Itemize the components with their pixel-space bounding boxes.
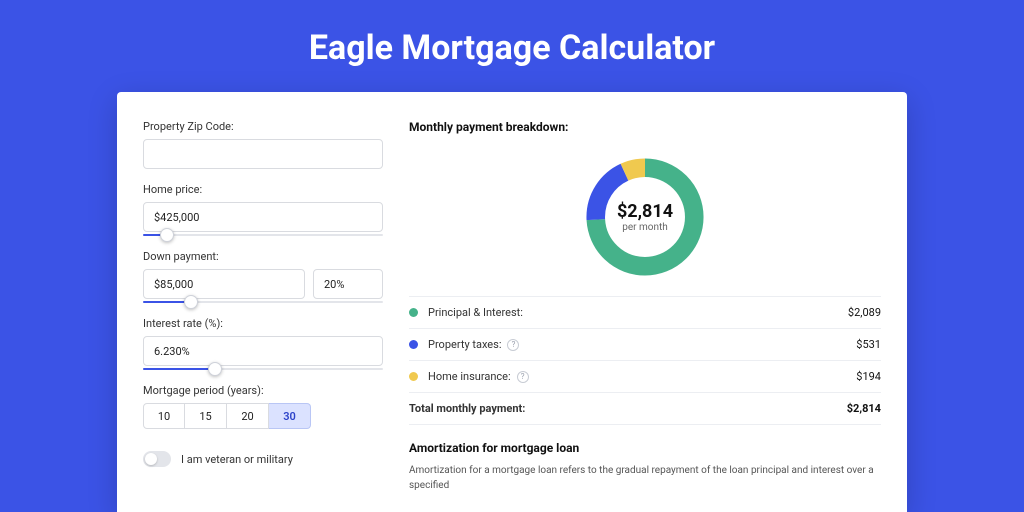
legend-dot: [409, 308, 418, 317]
breakdown-title: Monthly payment breakdown:: [409, 120, 881, 134]
donut-chart: $2,814 per month: [580, 152, 710, 282]
veteran-toggle[interactable]: [143, 451, 171, 467]
zip-input[interactable]: [143, 139, 383, 169]
amortization-title: Amortization for mortgage loan: [409, 441, 881, 455]
zip-label: Property Zip Code:: [143, 120, 383, 133]
legend-value: $2,089: [848, 306, 881, 319]
info-icon[interactable]: ?: [507, 339, 519, 351]
legend-row-pi: Principal & Interest: $2,089: [409, 297, 881, 329]
total-label: Total monthly payment:: [409, 402, 525, 415]
period-option-15[interactable]: 15: [185, 403, 227, 429]
total-value: $2,814: [847, 402, 881, 415]
interest-slider[interactable]: [143, 368, 383, 370]
down-payment-input[interactable]: [143, 269, 305, 299]
legend-label: Property taxes:: [428, 338, 501, 351]
period-label: Mortgage period (years):: [143, 384, 383, 397]
legend-value: $531: [856, 338, 881, 351]
period-option-10[interactable]: 10: [143, 403, 185, 429]
legend-label: Home insurance:: [428, 370, 511, 383]
interest-label: Interest rate (%):: [143, 317, 383, 330]
legend: Principal & Interest: $2,089 Property taxe…: [409, 296, 881, 425]
period-option-30[interactable]: 30: [269, 403, 311, 429]
breakdown-panel: Monthly payment breakdown: $2,814 per mo…: [409, 120, 881, 512]
down-payment-label: Down payment:: [143, 250, 383, 263]
legend-row-ins: Home insurance:? $194: [409, 361, 881, 393]
home-price-slider[interactable]: [143, 234, 383, 236]
period-option-20[interactable]: 20: [227, 403, 269, 429]
calculator-card: Property Zip Code: Home price: Down paym…: [117, 92, 907, 512]
legend-row-tax: Property taxes:? $531: [409, 329, 881, 361]
legend-dot: [409, 372, 418, 381]
home-price-input[interactable]: [143, 202, 383, 232]
interest-input[interactable]: [143, 336, 383, 366]
legend-row-total: Total monthly payment: $2,814: [409, 393, 881, 425]
legend-label: Principal & Interest:: [428, 306, 523, 319]
down-payment-slider[interactable]: [143, 301, 383, 303]
home-price-label: Home price:: [143, 183, 383, 196]
amortization-section: Amortization for mortgage loan Amortizat…: [409, 441, 881, 493]
donut-center-sub: per month: [622, 222, 668, 233]
info-icon[interactable]: ?: [517, 371, 529, 383]
donut-center-value: $2,814: [617, 201, 673, 222]
legend-dot: [409, 340, 418, 349]
down-payment-pct-input[interactable]: [313, 269, 383, 299]
page-title: Eagle Mortgage Calculator: [0, 0, 1024, 92]
amortization-text: Amortization for a mortgage loan refers …: [409, 463, 881, 493]
veteran-label: I am veteran or military: [181, 453, 293, 466]
legend-value: $194: [856, 370, 881, 383]
period-segmented: 10152030: [143, 403, 383, 429]
inputs-panel: Property Zip Code: Home price: Down paym…: [143, 120, 383, 512]
